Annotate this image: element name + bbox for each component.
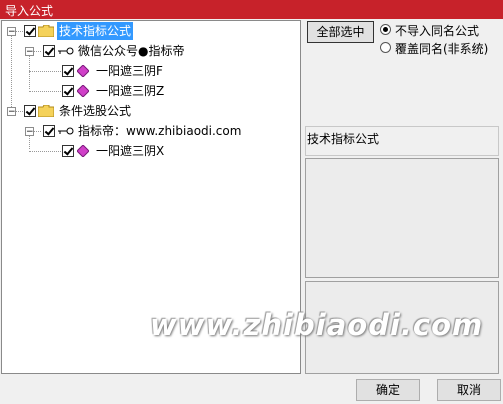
formula-info-panel (305, 158, 499, 278)
key-icon (58, 47, 74, 55)
formula-diamond-icon (77, 145, 89, 157)
folder-icon (38, 25, 54, 37)
checkbox-icon[interactable] (43, 45, 55, 57)
checkbox-icon[interactable] (43, 125, 55, 137)
radio-skip-duplicates-label[interactable]: 不导入同名公式 (395, 22, 479, 39)
tree-node-formula-f[interactable]: 一阳遮三阴F (2, 62, 300, 80)
tree-node-label: 指标帝：www.zhibiaodi.com (78, 124, 242, 138)
checkbox-icon[interactable] (62, 145, 74, 157)
formula-category-text: 技术指标公式 (307, 132, 380, 146)
tree-node-label: 微信公众号●指标帝 (78, 44, 185, 58)
formula-category-panel: 技术指标公式 (305, 126, 499, 156)
formula-diamond-icon (77, 65, 89, 77)
tree-node-formula-z[interactable]: 一阳遮三阴Z (2, 82, 300, 100)
tree-node-stock-selection[interactable]: − 条件选股公式 (2, 102, 300, 120)
watermark-text: www.zhibiaodi.com (150, 308, 484, 342)
tree-node-label: 技术指标公式 (57, 22, 134, 40)
tree-node-formula-x[interactable]: 一阳遮三阴X (2, 142, 300, 160)
checkbox-icon[interactable] (62, 65, 74, 77)
ok-button[interactable]: 确定 (356, 379, 420, 401)
title-bar: 导入公式 (0, 0, 503, 19)
folder-icon (38, 105, 54, 117)
collapse-icon[interactable]: − (25, 127, 34, 137)
collapse-icon[interactable]: − (7, 27, 16, 37)
formula-diamond-icon (77, 85, 89, 97)
checkbox-icon[interactable] (62, 85, 74, 97)
checkbox-icon[interactable] (24, 105, 36, 117)
radio-overwrite-label[interactable]: 覆盖同名(非系统) (395, 40, 488, 57)
tree-node-label: 一阳遮三阴X (96, 144, 165, 158)
radio-overwrite[interactable] (380, 42, 391, 53)
tree-node-technical[interactable]: − 技术指标公式 (2, 22, 300, 40)
tree-node-author-2[interactable]: − 指标帝：www.zhibiaodi.com (2, 122, 300, 140)
select-all-button[interactable]: 全部选中 (307, 21, 374, 43)
collapse-icon[interactable]: − (25, 47, 34, 57)
tree-node-author-1[interactable]: − 微信公众号●指标帝 (2, 42, 300, 60)
tree-node-label: 一阳遮三阴Z (96, 84, 165, 98)
collapse-icon[interactable]: − (7, 107, 16, 117)
cancel-button[interactable]: 取消 (437, 379, 501, 401)
checkbox-icon[interactable] (24, 25, 36, 37)
window-title: 导入公式 (5, 4, 54, 18)
key-icon (58, 127, 74, 135)
tree-node-label: 一阳遮三阴F (96, 64, 163, 78)
tree-node-label: 条件选股公式 (59, 104, 132, 118)
radio-skip-duplicates[interactable] (380, 24, 391, 35)
